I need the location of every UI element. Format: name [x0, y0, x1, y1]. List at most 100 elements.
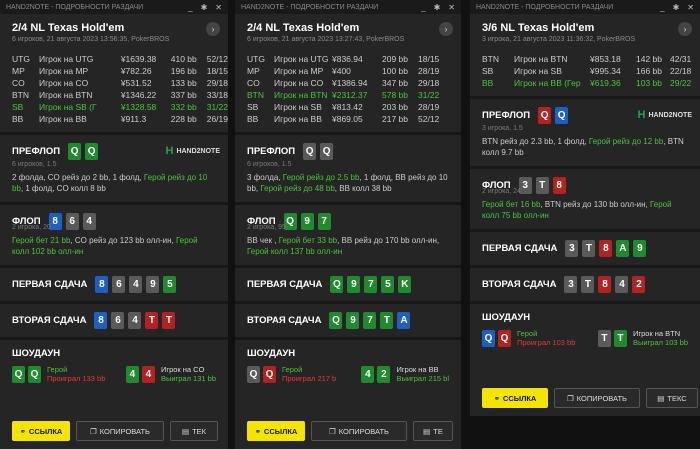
player-row[interactable]: MP Игрок на MP ¥782.26 196 bb 18/15	[12, 65, 228, 77]
board-card: 4	[128, 312, 142, 329]
board-card: A	[616, 240, 630, 257]
copy-icon: ❐	[567, 393, 574, 403]
close-icon[interactable]: ✕	[215, 3, 222, 12]
game-title: 3/6 NL Texas Hold'em	[482, 22, 595, 34]
next-hand-arrow-icon[interactable]: ›	[439, 22, 453, 36]
hole-card: 2	[377, 365, 391, 383]
text-button[interactable]: ▤ ТЕК	[170, 421, 218, 441]
hero-player-row[interactable]: BB Игрок на BB (Гер ¥619.36 103 bb 29/22	[482, 77, 691, 89]
player-row[interactable]: BB Игрок на BB ¥911.3 228 bb 26/19	[12, 113, 228, 125]
hole-card: Q	[482, 329, 495, 347]
board-card: T	[145, 312, 159, 329]
text-icon: ▤	[657, 393, 665, 403]
board-card: 9	[346, 312, 360, 329]
showdown-title: ШОУДАУН	[12, 348, 61, 359]
river-section: ВТОРАЯ СДАЧА 8 6 4 T T	[0, 304, 228, 337]
flop-action: Герой бет 21 bb, CO рейз до 123 bb олл-и…	[12, 236, 198, 256]
player-row[interactable]: CO Игрок на CO ¥1386.94 347 bb 29/18	[247, 77, 439, 89]
text-button[interactable]: ▤ ТЕ	[413, 421, 453, 441]
board-card: T	[162, 312, 176, 329]
board-card: 4	[129, 276, 143, 293]
turn-section: ПЕРВАЯ СДАЧА Q 9 7 5 K	[235, 268, 461, 301]
hero-name: Герой	[282, 365, 303, 374]
hole-card: Q	[303, 143, 317, 160]
preflop-action: BTN рейз до 2.3 bb, 1 фолд, Герой рейз д…	[482, 137, 684, 157]
window-title: HAND2NOTE - ПОДРОБНОСТИ РАЗДАЧИ	[241, 3, 379, 11]
flop-sub: 2 игрока, 20	[12, 224, 51, 231]
title-bar[interactable]: HAND2NOTE - ПОДРОБНОСТИ РАЗДАЧИ _ ✱ ✕	[0, 0, 228, 14]
hole-card: 4	[361, 365, 375, 383]
villain-name: Игрок на BB	[396, 365, 439, 374]
player-row[interactable]: MP Игрок на MP ¥400 100 bb 28/19	[247, 65, 439, 77]
hole-card: Q	[538, 107, 552, 124]
hole-card: Q	[555, 107, 569, 124]
villain-result: Выиграл 215 bl	[396, 374, 449, 383]
next-hand-arrow-icon[interactable]: ›	[206, 22, 220, 36]
link-icon: ⚭	[493, 393, 500, 403]
board-card: 4	[615, 276, 629, 293]
board-card: 2	[632, 276, 646, 293]
board-card: 6	[111, 312, 125, 329]
title-bar[interactable]: HAND2NOTE - ПОДРОБНОСТИ РАЗДАЧИ _ ✱ ✕	[235, 0, 461, 14]
hole-card: T	[613, 329, 627, 347]
villain-name: Игрок на CO	[160, 365, 205, 374]
hole-card: Q	[247, 365, 260, 383]
hole-card: Q	[320, 143, 334, 160]
action-buttons: ⚭ ССЫЛКА ❐ КОПИРОВАТЬ ▤ ТЕКС	[482, 388, 698, 408]
hero-player-row[interactable]: BTN Игрок на BTN ¥2312.37 578 bb 31/22	[247, 89, 439, 101]
showdown-section: ШОУДАУН Q Q Герой Проиграл 133 bb 4 4 Игр…	[0, 340, 228, 391]
window-title: HAND2NOTE - ПОДРОБНОСТИ РАЗДАЧИ	[6, 3, 144, 11]
player-row[interactable]: BTN Игрок на BTN ¥1346.22 337 bb 33/18	[12, 89, 228, 101]
flop-section: ФЛОП 3 T 8 2 игрока, 24 Герой бет 16 bb,…	[470, 169, 700, 229]
turn-title: ПЕРВАЯ СДАЧА	[12, 279, 88, 290]
river-title: ВТОРАЯ СДАЧА	[247, 315, 322, 326]
turn-section: ПЕРВАЯ СДАЧА 3 T 8 A 9	[470, 232, 700, 265]
preflop-section: ПРЕФЛОП Q Q 6 игроков, 1.5 H HAND2NOTE 2 …	[0, 135, 228, 202]
action-buttons: ⚭ ССЫЛКА ❐ КОПИРОВАТЬ ▤ ТЕК	[12, 421, 218, 441]
minimize-icon[interactable]: _	[421, 3, 425, 12]
text-button[interactable]: ▤ ТЕКС	[646, 388, 698, 408]
link-button[interactable]: ⚭ ССЫЛКА	[12, 421, 70, 441]
player-row[interactable]: UTG Игрок на UTG ¥836.94 209 bb 18/15	[247, 53, 439, 65]
minimize-icon[interactable]: _	[188, 3, 192, 12]
copy-button[interactable]: ❐ КОПИРОВАТЬ	[76, 421, 164, 441]
action-buttons: ⚭ ССЫЛКА ❐ КОПИРОВАТЬ ▤ ТЕ	[247, 421, 453, 441]
flop-sub: 2 игрока, 95	[247, 224, 286, 231]
board-card: Q	[329, 312, 343, 329]
hand-info: 6 игроков, 21 августа 2023 13:27:43, Pok…	[247, 36, 405, 43]
player-row[interactable]: BB Игрок на BB ¥869.05 217 bb 52/12	[247, 113, 439, 125]
flop-action: Герой бет 16 bb, BTN рейз до 130 bb олл-…	[482, 200, 672, 220]
turn-title: ПЕРВАЯ СДАЧА	[482, 243, 558, 254]
settings-icon[interactable]: ✱	[434, 3, 441, 12]
showdown-title: ШОУДАУН	[247, 348, 296, 359]
flop-action: BB чек , Герой бет 33 bb, BB рейз до 170…	[247, 236, 440, 256]
hero-player-row[interactable]: SB Игрок на SB (Г ¥1328.58 332 bb 31/22	[12, 101, 228, 113]
close-icon[interactable]: ✕	[687, 3, 694, 12]
title-bar[interactable]: HAND2NOTE - ПОДРОБНОСТИ РАЗДАЧИ _ ✱ ✕	[470, 0, 700, 14]
player-row[interactable]: SB Игрок на SB ¥995.34 166 bb 22/18	[482, 65, 691, 77]
copy-button[interactable]: ❐ КОПИРОВАТЬ	[311, 421, 407, 441]
player-row[interactable]: CO Игрок на CO ¥531.52 133 bb 29/18	[12, 77, 228, 89]
players-table: BTN Игрок на BTN ¥853.18 142 bb 42/31 SB Игро…	[482, 53, 691, 89]
settings-icon[interactable]: ✱	[201, 3, 208, 12]
game-title: 2/4 NL Texas Hold'em	[247, 22, 360, 34]
board-card: 8	[552, 177, 566, 194]
river-section: ВТОРАЯ СДАЧА 3 T 8 4 2	[470, 268, 700, 301]
hand2note-logo: H HAND2NOTE	[637, 109, 692, 121]
hero-result: Проиграл 217 b	[282, 374, 337, 383]
preflop-action: 3 фолда, Герой рейз до 2.5 bb, 1 фолд, B…	[247, 173, 448, 193]
close-icon[interactable]: ✕	[448, 3, 455, 12]
link-icon: ⚭	[19, 426, 26, 436]
next-hand-arrow-icon[interactable]: ›	[678, 22, 692, 36]
player-row[interactable]: UTG Игрок на UTG ¥1639.38 410 bb 52/12	[12, 53, 228, 65]
river-title: ВТОРАЯ СДАЧА	[482, 279, 557, 290]
minimize-icon[interactable]: _	[660, 3, 664, 12]
link-button[interactable]: ⚭ ССЫЛКА	[247, 421, 305, 441]
link-button[interactable]: ⚭ ССЫЛКА	[482, 388, 548, 408]
copy-button[interactable]: ❐ КОПИРОВАТЬ	[554, 388, 640, 408]
player-row[interactable]: SB Игрок на SB ¥813.42 203 bb 28/19	[247, 101, 439, 113]
board-card: 3	[565, 240, 579, 257]
settings-icon[interactable]: ✱	[673, 3, 680, 12]
player-row[interactable]: BTN Игрок на BTN ¥853.18 142 bb 42/31	[482, 53, 691, 65]
preflop-title: ПРЕФЛОП	[12, 146, 61, 157]
